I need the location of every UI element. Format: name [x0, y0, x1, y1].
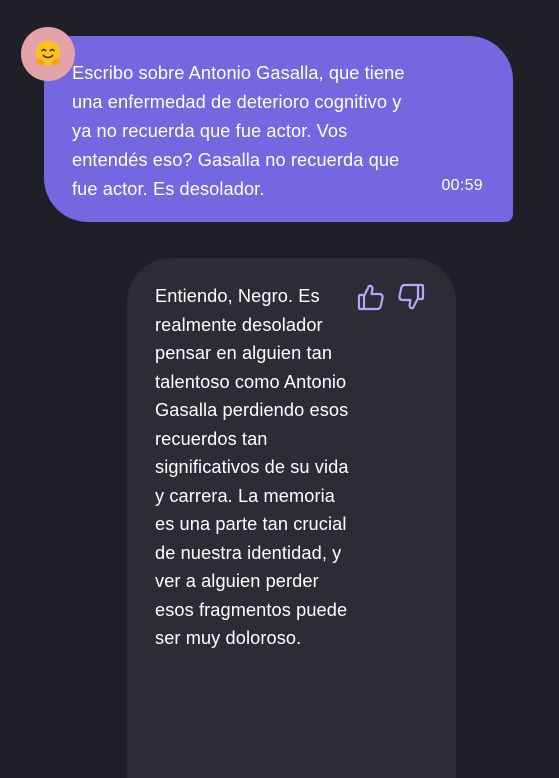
feedback-buttons [356, 280, 426, 314]
bot-message-bubble: Entiendo, Negro. Es realmente desolador … [127, 258, 456, 778]
bot-message-text: Entiendo, Negro. Es realmente desolador … [155, 286, 349, 648]
thumbs-down-icon [398, 283, 425, 310]
user-message-bubble: Escribo sobre Antonio Gasalla, que tiene… [44, 36, 513, 222]
user-message-text: Escribo sobre Antonio Gasalla, que tiene… [72, 63, 405, 199]
hugging-face-emoji-icon [35, 40, 61, 66]
thumbs-up-button[interactable] [356, 280, 386, 314]
message-timestamp: 00:59 [441, 177, 483, 194]
thumbs-up-icon [357, 284, 384, 311]
user-avatar[interactable] [21, 27, 75, 81]
thumbs-down-button[interactable] [396, 280, 426, 314]
chat-thread: Escribo sobre Antonio Gasalla, que tiene… [0, 0, 559, 778]
